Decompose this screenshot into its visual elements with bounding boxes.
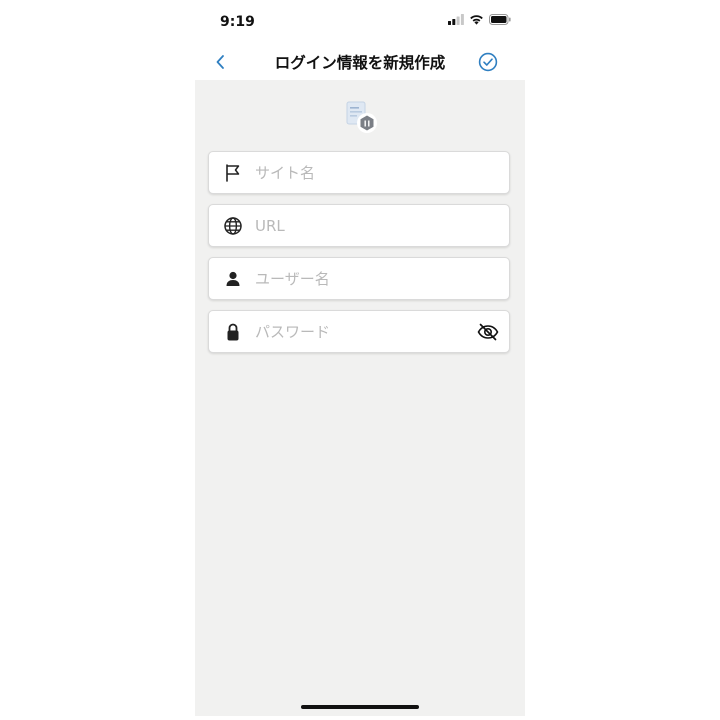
wifi-icon — [470, 15, 483, 25]
status-bar: 9:19 — [195, 0, 525, 46]
save-button[interactable] — [477, 51, 499, 73]
form-content — [195, 80, 525, 716]
eye-slash-icon[interactable] — [477, 321, 499, 343]
check-circle-icon — [478, 52, 498, 72]
phone-screen: 9:19 ログイン情報を新規作成 サイト名 URL ユーザー名 — [195, 0, 525, 720]
flag-icon — [223, 163, 243, 183]
navigation-bar: ログイン情報を新規作成 — [195, 44, 525, 80]
login-item-icon — [346, 101, 377, 133]
password-input[interactable] — [255, 319, 465, 345]
page-title: ログイン情報を新規作成 — [274, 54, 446, 72]
home-indicator[interactable] — [301, 705, 419, 709]
username-input[interactable] — [255, 266, 465, 292]
status-time: 9:19 — [220, 14, 255, 30]
battery-icon — [489, 14, 511, 25]
site-name-input[interactable] — [255, 160, 465, 186]
person-icon — [223, 269, 243, 289]
password-field[interactable] — [208, 310, 510, 353]
username-field[interactable] — [208, 257, 510, 300]
status-icons — [448, 14, 511, 25]
globe-icon — [223, 216, 243, 236]
lock-icon — [223, 322, 243, 342]
site-name-field[interactable] — [208, 151, 510, 194]
cellular-signal-icon — [448, 14, 464, 25]
url-input[interactable] — [255, 213, 465, 239]
url-field[interactable] — [208, 204, 510, 247]
